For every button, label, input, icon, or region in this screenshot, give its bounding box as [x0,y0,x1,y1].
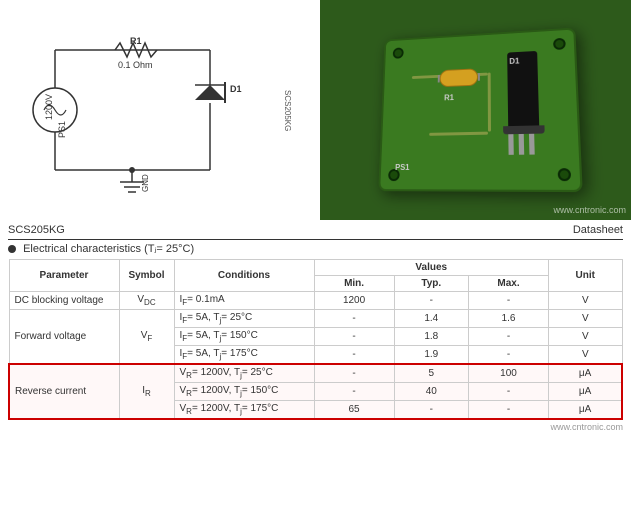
max-cell: - [468,401,548,420]
unit-cell: V [549,346,622,365]
symbol-cell-reverse: IR [119,364,174,419]
table-row: Forward voltage VF IF= 5A, Tj= 25°C - 1.… [9,310,622,328]
conditions-header: Conditions [174,260,314,292]
typ-cell: 5 [394,364,468,383]
conditions-cell: IF= 5A, Tj= 25°C [174,310,314,328]
svg-text:D1: D1 [230,84,242,94]
min-cell: 1200 [314,292,394,310]
typ-cell: 40 [394,383,468,401]
unit-cell: μA [549,401,622,420]
conditions-cell: IF= 0.1mA [174,292,314,310]
bullet-icon [8,245,16,253]
unit-cell: μA [549,383,622,401]
max-cell: - [468,383,548,401]
max-cell: - [468,292,548,310]
unit-header: Unit [549,260,622,292]
part-header: SCS205KG Datasheet [8,224,623,236]
table-row-reverse-current-1: Reverse current IR VR= 1200V, Tj= 25°C -… [9,364,622,383]
min-header: Min. [314,276,394,292]
max-header: Max. [468,276,548,292]
unit-cell: V [549,292,622,310]
bottom-section: SCS205KG Datasheet Electrical characteri… [0,220,631,436]
conditions-cell: VR= 1200V, Tj= 25°C [174,364,314,383]
param-cell: DC blocking voltage [9,292,119,310]
circuit-diagram: PS1 1200V R1 0.1 Ohm D1 SCS205KG [0,0,320,220]
typ-header: Typ. [394,276,468,292]
max-cell: 1.6 [468,310,548,328]
unit-cell: V [549,310,622,328]
pcb-photo: R1 D1 PS1 www.cntronic.com [320,0,631,220]
svg-text:PS1: PS1 [57,121,67,138]
typ-cell: 1.4 [394,310,468,328]
conditions-cell: VR= 1200V, Tj= 150°C [174,383,314,401]
unit-cell: V [549,328,622,346]
svg-text:GND: GND [141,174,150,192]
characteristics-title: Electrical characteristics (Tⱼ= 25°C) [8,242,623,255]
min-cell: - [314,364,394,383]
values-header: Values [314,260,549,276]
conditions-cell: IF= 5A, Tj= 175°C [174,346,314,365]
top-section: PS1 1200V R1 0.1 Ohm D1 SCS205KG [0,0,631,220]
svg-text:1200V: 1200V [44,94,54,120]
param-cell-reverse: Reverse current [9,364,119,419]
symbol-header: Symbol [119,260,174,292]
param-header: Parameter [9,260,119,292]
pcb-board: R1 D1 PS1 [378,28,582,193]
typ-cell: 1.9 [394,346,468,365]
watermark: www.cntronic.com [553,205,626,215]
svg-text:SCS205KG: SCS205KG [283,90,292,131]
datasheet-label: Datasheet [573,224,623,236]
typ-cell: 1.8 [394,328,468,346]
max-cell: - [468,346,548,365]
typ-cell: - [394,292,468,310]
symbol-cell: VDC [119,292,174,310]
table-header-row: Parameter Symbol Conditions Values Unit [9,260,622,276]
min-cell: - [314,328,394,346]
table-row: DC blocking voltage VDC IF= 0.1mA 1200 -… [9,292,622,310]
min-cell: - [314,346,394,365]
typ-cell: - [394,401,468,420]
min-cell: - [314,383,394,401]
unit-cell: μA [549,364,622,383]
max-cell: 100 [468,364,548,383]
max-cell: - [468,328,548,346]
param-cell: Forward voltage [9,310,119,365]
symbol-cell: VF [119,310,174,365]
electrical-characteristics-table: Parameter Symbol Conditions Values Unit … [8,259,623,420]
min-cell: 65 [314,401,394,420]
bottom-watermark: www.cntronic.com [8,422,623,432]
divider-line [8,239,623,240]
part-number-label: SCS205KG [8,224,65,236]
svg-text:0.1 Ohm: 0.1 Ohm [118,60,153,70]
conditions-cell: VR= 1200V, Tj= 175°C [174,401,314,420]
conditions-cell: IF= 5A, Tj= 150°C [174,328,314,346]
min-cell: - [314,310,394,328]
